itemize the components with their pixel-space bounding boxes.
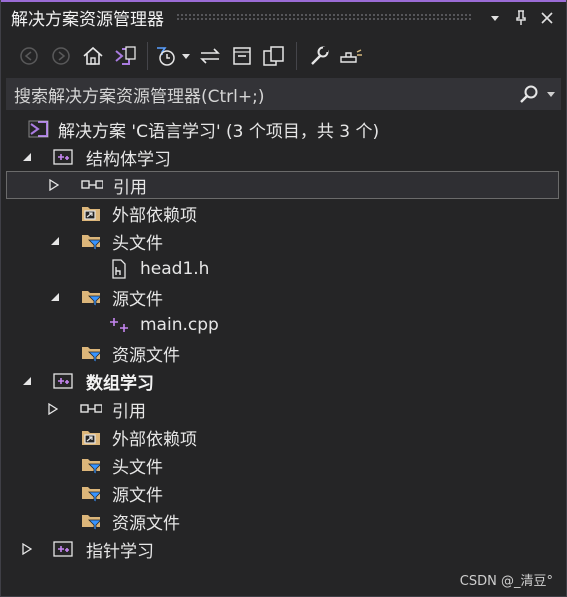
file-label: main.cpp xyxy=(140,315,219,335)
tree-file-row[interactable]: main.cpp xyxy=(6,311,559,339)
pin-icon xyxy=(516,9,526,25)
tree-filter-folder-row[interactable]: 源文件 xyxy=(6,283,559,311)
header-files-label: 头文件 xyxy=(112,457,163,478)
source-files-label: 源文件 xyxy=(112,289,163,310)
filter-folder-icon xyxy=(80,455,102,475)
chevron-down-icon xyxy=(491,15,499,21)
solution-icon xyxy=(28,119,50,139)
tree-external-deps-row[interactable]: 外部依赖项 xyxy=(6,199,559,227)
references-icon xyxy=(80,399,102,419)
references-icon xyxy=(81,175,103,195)
tree-filter-folder-row[interactable]: 资源文件 xyxy=(6,339,559,367)
collapse-all-icon xyxy=(233,47,251,65)
tree-references-row[interactable]: 引用 xyxy=(6,395,559,423)
tree-filter-folder-row[interactable]: 头文件 xyxy=(6,451,559,479)
toolbar xyxy=(1,36,566,76)
cpp-project-icon xyxy=(52,147,74,167)
pending-changes-dropdown[interactable] xyxy=(178,40,194,72)
filter-folder-icon xyxy=(80,483,102,503)
collapsed-arrow-icon[interactable] xyxy=(46,402,60,416)
external-dependencies-icon xyxy=(80,427,102,447)
search-options-dropdown[interactable] xyxy=(541,89,561,99)
toolbar-separator xyxy=(147,42,148,70)
search-icon[interactable] xyxy=(517,84,541,104)
tree-project-row[interactable]: 结构体学习 xyxy=(6,143,559,171)
project-label: 指针学习 xyxy=(86,541,154,562)
chevron-down-icon xyxy=(547,92,555,97)
references-label: 引用 xyxy=(113,177,147,198)
external-deps-label: 外部依赖项 xyxy=(112,429,197,450)
toolbar-separator xyxy=(296,42,297,70)
search-box[interactable]: 搜索解决方案资源管理器(Ctrl+;) xyxy=(6,78,561,110)
expanded-arrow-icon[interactable] xyxy=(48,290,62,304)
title-bar: 解决方案资源管理器 xyxy=(1,2,566,33)
forward-button[interactable] xyxy=(45,40,77,72)
expanded-arrow-icon[interactable] xyxy=(20,374,34,388)
home-button[interactable] xyxy=(77,40,109,72)
window-title: 解决方案资源管理器 xyxy=(11,10,164,30)
expanded-arrow-icon[interactable] xyxy=(48,234,62,248)
sync-with-active-document-button[interactable] xyxy=(194,40,226,72)
tree-solution-row[interactable]: 解决方案 'C语言学习' (3 个项目，共 3 个) xyxy=(6,115,559,143)
filter-folder-icon xyxy=(80,287,102,307)
back-arrow-icon xyxy=(20,47,38,65)
search-input[interactable]: 搜索解决方案资源管理器(Ctrl+;) xyxy=(6,82,517,107)
project-label: 结构体学习 xyxy=(86,149,171,170)
properties-button[interactable] xyxy=(303,40,335,72)
resource-files-label: 资源文件 xyxy=(112,513,180,534)
resource-files-label: 资源文件 xyxy=(112,345,180,366)
show-all-files-icon xyxy=(263,46,284,66)
window-position-dropdown-button[interactable] xyxy=(482,5,508,31)
tree-filter-folder-row[interactable]: 源文件 xyxy=(6,479,559,507)
solution-label: 解决方案 'C语言学习' (3 个项目，共 3 个) xyxy=(58,121,380,142)
source-files-label: 源文件 xyxy=(112,485,163,506)
expanded-arrow-icon[interactable] xyxy=(20,150,34,164)
close-icon xyxy=(541,11,553,24)
switch-views-button[interactable] xyxy=(109,40,141,72)
pin-button[interactable] xyxy=(508,5,534,31)
tree-references-row[interactable]: 引用 xyxy=(6,171,559,199)
preview-selected-items-button[interactable] xyxy=(335,40,367,72)
header-file-icon xyxy=(108,259,130,279)
external-dependencies-icon xyxy=(80,203,102,223)
cpp-project-icon xyxy=(52,371,74,391)
cpp-file-icon xyxy=(108,315,130,335)
switch-views-icon xyxy=(115,46,136,65)
pending-changes-filter-button[interactable] xyxy=(154,40,178,72)
forward-arrow-icon xyxy=(52,47,70,65)
preview-icon xyxy=(340,49,362,63)
close-button[interactable] xyxy=(534,5,560,31)
external-deps-label: 外部依赖项 xyxy=(112,205,197,226)
clock-filter-icon xyxy=(157,47,175,66)
tree-external-deps-row[interactable]: 外部依赖项 xyxy=(6,423,559,451)
tree-filter-folder-row[interactable]: 资源文件 xyxy=(6,507,559,535)
collapsed-arrow-icon[interactable] xyxy=(47,178,61,192)
back-button[interactable] xyxy=(13,40,45,72)
startup-project-label: 数组学习 xyxy=(86,373,154,394)
sync-arrows-icon xyxy=(200,48,220,64)
cpp-project-icon xyxy=(52,539,74,559)
filter-folder-icon xyxy=(80,231,102,251)
filter-folder-icon xyxy=(80,343,102,363)
tree-project-row[interactable]: 指针学习 xyxy=(6,535,559,563)
collapsed-arrow-icon[interactable] xyxy=(20,542,34,556)
chevron-down-icon xyxy=(182,54,190,59)
file-label: head1.h xyxy=(140,259,210,279)
tree-filter-folder-row[interactable]: 头文件 xyxy=(6,227,559,255)
filter-folder-icon xyxy=(80,511,102,531)
collapse-all-button[interactable] xyxy=(226,40,258,72)
watermark: CSDN @_清豆° xyxy=(459,574,553,589)
wrench-icon xyxy=(311,46,329,65)
drag-grip[interactable] xyxy=(176,13,472,22)
tree-project-row[interactable]: 数组学习 xyxy=(6,367,559,395)
show-all-files-button[interactable] xyxy=(258,40,290,72)
tree-file-row[interactable]: head1.h xyxy=(6,255,559,283)
references-label: 引用 xyxy=(112,401,146,422)
home-icon xyxy=(83,46,103,65)
header-files-label: 头文件 xyxy=(112,233,163,254)
